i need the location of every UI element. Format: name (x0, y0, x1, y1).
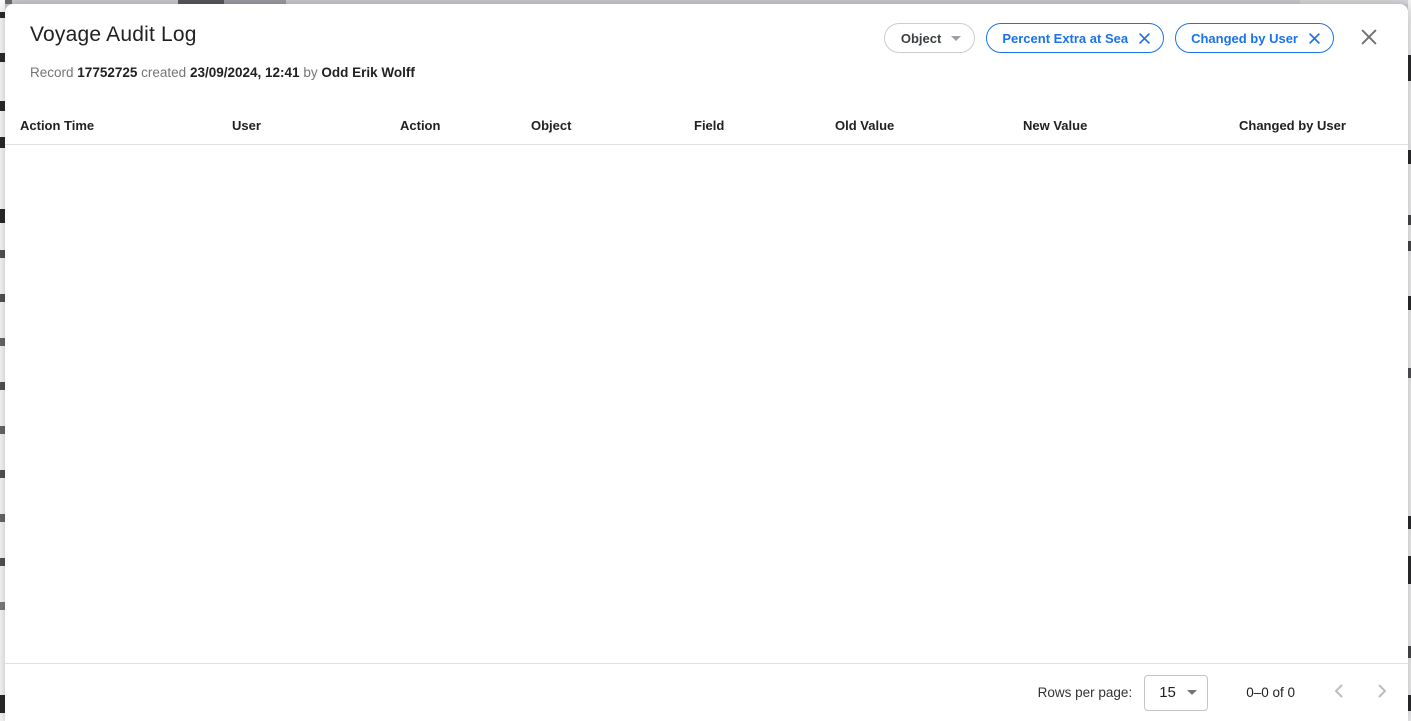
by-label: by (303, 65, 317, 80)
column-header-field: Field (694, 118, 835, 133)
filter-chip-label: Changed by User (1191, 31, 1298, 46)
created-label: created (141, 65, 186, 80)
column-header-user: User (232, 118, 400, 133)
column-header-action-time: Action Time (20, 118, 232, 133)
x-icon[interactable] (1137, 31, 1152, 46)
filter-chip-changed-by-user[interactable]: Changed by User (1175, 23, 1334, 53)
column-header-changed-by-user: Changed by User (1239, 118, 1408, 133)
object-filter-label: Object (901, 31, 941, 46)
chevron-down-icon (951, 36, 961, 41)
chevron-down-icon (1187, 690, 1197, 695)
record-summary: Record 17752725 created 23/09/2024, 12:4… (30, 65, 1384, 80)
rows-per-page-select[interactable]: 15 (1144, 675, 1208, 711)
pagination-range: 0–0 of 0 (1246, 685, 1295, 700)
audit-log-table-header: Action Time User Action Object Field Old… (5, 107, 1408, 145)
pagination-bar: Rows per page: 15 0–0 of 0 (5, 663, 1408, 721)
chevron-right-icon (1370, 679, 1394, 706)
filter-chip-label: Percent Extra at Sea (1002, 31, 1128, 46)
filter-controls: Object Percent Extra at Sea Changed by U… (884, 23, 1383, 53)
chevron-left-icon (1327, 679, 1351, 706)
record-label: Record (30, 65, 74, 80)
record-id: 17752725 (77, 65, 137, 80)
dialog-header: Voyage Audit Log Record 17752725 created… (5, 4, 1408, 80)
column-header-action: Action (400, 118, 531, 133)
voyage-audit-log-dialog: Voyage Audit Log Record 17752725 created… (5, 4, 1408, 721)
filter-chip-percent-extra-at-sea[interactable]: Percent Extra at Sea (986, 23, 1164, 53)
rows-per-page-value: 15 (1159, 684, 1176, 701)
column-header-old-value: Old Value (835, 118, 1023, 133)
next-page-button[interactable] (1370, 681, 1394, 705)
column-header-new-value: New Value (1023, 118, 1239, 133)
column-header-object: Object (531, 118, 694, 133)
created-by-user: Odd Erik Wolff (321, 65, 415, 80)
object-filter-dropdown[interactable]: Object (884, 23, 975, 53)
x-icon[interactable] (1307, 31, 1322, 46)
created-timestamp: 23/09/2024, 12:41 (190, 65, 300, 80)
rows-per-page-label: Rows per page: (1038, 685, 1133, 700)
audit-log-empty-body (5, 145, 1408, 663)
close-x-icon (1358, 26, 1380, 51)
close-dialog-button[interactable] (1355, 24, 1383, 52)
previous-page-button[interactable] (1327, 681, 1351, 705)
